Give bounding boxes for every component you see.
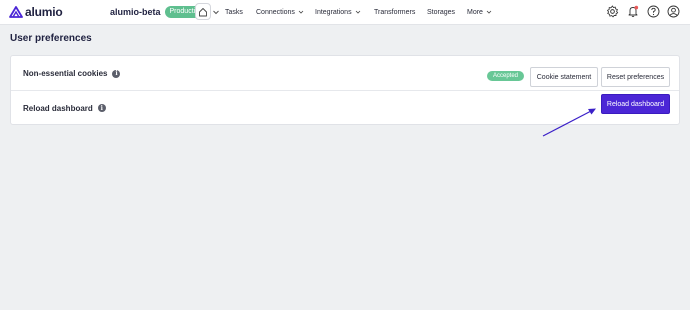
nav-connections[interactable]: Connections: [256, 7, 304, 17]
chevron-down-icon: [298, 10, 304, 14]
cookies-status-badge: Accepted: [487, 71, 525, 81]
user-menu-button[interactable]: [665, 3, 681, 19]
alumio-logo-mark-icon: [9, 6, 23, 18]
notifications-button[interactable]: [625, 3, 641, 19]
settings-button[interactable]: [604, 3, 620, 19]
nav-more-label: More: [467, 8, 483, 16]
chevron-down-icon: [355, 10, 360, 14]
nav-storages-label: Storages: [427, 8, 456, 16]
nav-transformers-label: Transformers: [374, 8, 416, 16]
home-button[interactable]: [195, 3, 211, 20]
reload-label-group: Reload dashboard i: [23, 104, 106, 113]
cookies-row: Non-essential cookies i Accepted Cookie …: [11, 57, 679, 91]
help-icon: [647, 5, 659, 17]
cookies-label-group: Non-essential cookies i: [23, 69, 121, 78]
reload-label: Reload dashboard: [23, 103, 93, 113]
logo-text: alumio: [25, 5, 63, 19]
environment-name: alumio-beta: [110, 7, 161, 17]
reload-row: Reload dashboard i Reload dashboard: [11, 91, 679, 125]
reset-preferences-button[interactable]: Reset preferences: [601, 67, 670, 87]
gear-icon: [606, 5, 618, 17]
preferences-panel: Non-essential cookies i Accepted Cookie …: [10, 55, 680, 125]
user-icon: [667, 5, 679, 17]
nav-storages[interactable]: Storages: [427, 7, 455, 17]
nav-connections-label: Connections: [256, 8, 295, 16]
bell-icon: [628, 5, 639, 17]
alumio-logo[interactable]: alumio: [9, 5, 63, 19]
page-title: User preferences: [10, 33, 92, 44]
info-icon[interactable]: i: [97, 104, 106, 112]
nav-more[interactable]: More: [467, 7, 492, 17]
nav-integrations-label: Integrations: [315, 8, 352, 16]
nav-tasks-label: Tasks: [225, 8, 243, 16]
nav-integrations[interactable]: Integrations: [315, 7, 361, 17]
pointer-arrow-icon: [542, 108, 596, 137]
help-button[interactable]: [645, 3, 661, 19]
nav-transformers[interactable]: Transformers: [374, 7, 415, 17]
info-icon[interactable]: i: [112, 69, 121, 78]
cookies-label: Non-essential cookies: [23, 69, 108, 78]
reload-dashboard-button[interactable]: Reload dashboard: [601, 94, 670, 114]
nav-tasks[interactable]: Tasks: [225, 7, 243, 17]
chevron-down-icon: [213, 10, 219, 15]
chevron-down-icon: [486, 10, 492, 14]
cookie-statement-button[interactable]: Cookie statement: [530, 67, 598, 87]
home-icon: [199, 7, 207, 16]
top-navigation-bar: alumio alumio-beta Production Tasks Conn…: [0, 0, 690, 25]
